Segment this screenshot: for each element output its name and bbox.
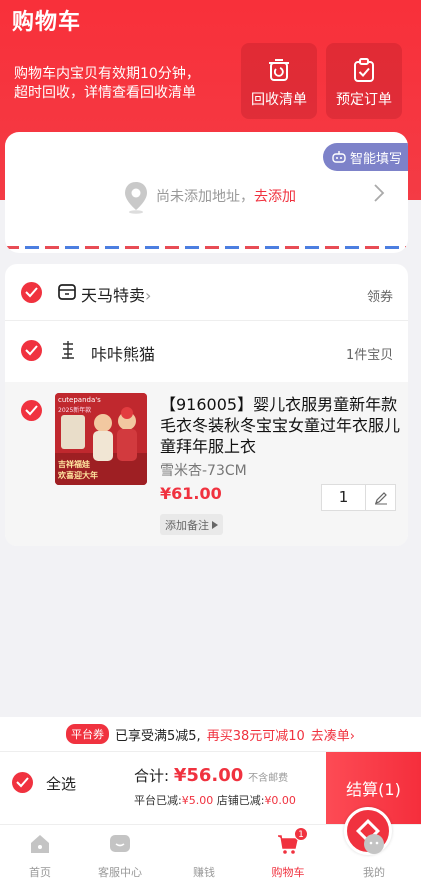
add-note-label: 添加备注 <box>165 518 209 532</box>
item-checkbox[interactable] <box>21 400 42 421</box>
home-icon <box>31 835 49 853</box>
total-label: 合计: <box>134 767 170 785</box>
smart-fill-label: 智能填写 <box>349 151 402 167</box>
cart-count-badge: 1 <box>294 827 308 841</box>
smart-fill-button[interactable]: 智能填写 <box>322 143 408 171</box>
select-all-label[interactable]: 全选 <box>46 773 76 794</box>
address-card[interactable]: 智能填写 尚未添加地址，去添加 <box>5 132 408 253</box>
clipboard-check-icon <box>354 58 374 82</box>
add-on-order-chevron: › <box>349 728 355 744</box>
tmall-group-checkbox[interactable] <box>21 282 42 303</box>
quantity-value[interactable]: 1 <box>322 485 366 510</box>
add-note-button[interactable]: 添加备注 <box>160 514 223 535</box>
chat-icon <box>110 835 130 852</box>
recycle-bin-icon <box>269 59 289 81</box>
airmail-border <box>5 246 408 249</box>
chevron-right-icon <box>374 184 385 202</box>
promo-bar: 平台券 已享受满5减5, 再买38元可减10 去凑单› <box>0 717 421 752</box>
user-icon <box>364 834 384 854</box>
total-amount: ¥56.00 <box>173 765 244 786</box>
platform-coupon-tag: 平台券 <box>66 724 109 744</box>
address-empty-text: 尚未添加地址， <box>156 189 254 205</box>
claim-coupon-button[interactable]: 领券 <box>367 286 393 305</box>
tab-home-label: 首页 <box>29 866 51 879</box>
tmall-sale-label[interactable]: 天马特卖› <box>81 282 151 306</box>
store-discount-label: 店铺已减: <box>216 794 265 807</box>
preorder-label: 预定订单 <box>336 92 392 108</box>
tmall-chevron: › <box>145 286 152 305</box>
tab-earn[interactable]: 赚钱 <box>164 807 392 879</box>
checkmark-icon <box>25 345 38 356</box>
product-thumbnail[interactable]: cutepanda's 2025新年款 吉祥福娃 欢喜迎大年 <box>55 393 147 485</box>
tab-service[interactable]: 客服中心 <box>80 825 160 879</box>
bottom-tab-bar: 首页 客服中心 赚钱 购物车 1 我的 <box>0 807 421 879</box>
store-icon <box>58 284 76 300</box>
thumb-subtitle: 2025新年款 <box>58 407 92 414</box>
total-line: 合计: ¥56.00 不含邮费 <box>134 765 288 786</box>
add-on-order-label: 去凑单 <box>310 728 350 744</box>
shop-card: 天马特卖› 领券 咔咔熊猫 1件宝贝 cutepanda's 2025新年款 吉… <box>5 264 408 546</box>
checkmark-icon <box>16 777 29 788</box>
quantity-stepper[interactable]: 1 <box>321 484 396 511</box>
caret-right-icon <box>212 520 218 529</box>
location-pin-icon <box>125 182 147 214</box>
tab-cart[interactable]: 购物车 <box>248 825 328 879</box>
thumb-slogan-2: 欢喜迎大年 <box>58 471 98 480</box>
preorder-button[interactable]: 预定订单 <box>326 43 402 119</box>
pencil-icon <box>374 491 387 504</box>
edit-quantity-button[interactable] <box>366 485 395 510</box>
expiry-notice: 购物车内宝贝有效期10分钟， 超时回收，详情查看回收清单 <box>14 65 234 103</box>
tmall-sale-text: 天马特卖 <box>81 286 146 305</box>
store-checkbox[interactable] <box>21 340 42 361</box>
tab-mine[interactable]: 我的 <box>334 825 414 879</box>
tab-home[interactable]: 首页 <box>0 825 80 879</box>
robot-icon <box>332 151 346 163</box>
platform-discount-value: ¥5.00 <box>181 794 214 807</box>
add-address-link[interactable]: 去添加 <box>254 189 296 205</box>
divider <box>5 320 408 321</box>
checkmark-icon <box>25 405 38 416</box>
product-title[interactable]: 【916005】婴儿衣服男童新年款毛衣冬装秋冬宝宝女童过年衣服儿童拜年服上衣 <box>160 394 400 457</box>
thumb-slogan-1: 吉祥福娃 <box>58 460 90 469</box>
store-item-count: 1件宝贝 <box>346 348 394 363</box>
promo-highlight: 再买38元可减10 <box>206 728 305 744</box>
platform-discount-label: 平台已减: <box>134 794 182 807</box>
tab-cart-label: 购物车 <box>271 866 305 879</box>
recycle-list-label: 回收清单 <box>251 92 307 108</box>
store-name[interactable]: 咔咔熊猫 <box>91 341 155 365</box>
address-empty-row: 尚未添加地址，去添加 <box>156 186 296 206</box>
notice-line-1: 购物车内宝贝有效期10分钟， <box>14 66 200 82</box>
discount-line: 平台已减:¥5.00 店铺已减:¥0.00 <box>134 792 296 808</box>
recycle-list-button[interactable]: 回收清单 <box>241 43 317 119</box>
promo-text: 已享受满5减5, <box>115 728 201 744</box>
product-sku[interactable]: 雪米杏-73CM <box>160 460 247 480</box>
thumb-brand: cutepanda's <box>58 396 101 404</box>
product-price: ¥61.00 <box>160 484 222 503</box>
add-on-order-link[interactable]: 去凑单› <box>311 725 355 744</box>
tab-service-label: 客服中心 <box>98 866 142 879</box>
tab-earn-label: 赚钱 <box>193 866 215 879</box>
tab-mine-label: 我的 <box>363 866 385 879</box>
checkmark-icon <box>25 287 38 298</box>
notice-line-2: 超时回收，详情查看回收清单 <box>14 85 196 101</box>
no-postage-note: 不含邮费 <box>248 773 289 784</box>
select-all-checkbox[interactable] <box>12 772 33 793</box>
store-logo-icon <box>62 341 74 359</box>
store-discount-value: ¥0.00 <box>264 794 296 807</box>
page-title: 购物车 <box>12 10 82 35</box>
